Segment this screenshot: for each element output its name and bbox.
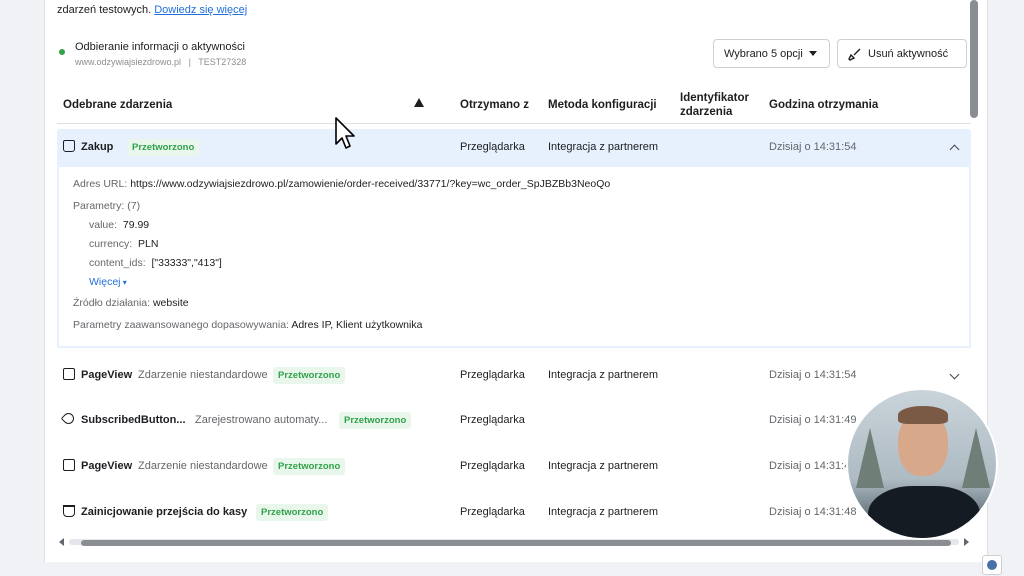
detail-matching: Parametry zaawansowanego dopasowywania: …: [73, 319, 422, 331]
received-from: Przeglądarka: [460, 414, 525, 426]
status-badge: Przetworzono: [256, 504, 329, 521]
caret-down-icon: [808, 51, 817, 56]
status-title: Odbieranie informacji o aktywności: [75, 41, 245, 53]
table-row[interactable]: Zainicjowanie przejścia do kasy Przetwor…: [57, 494, 971, 532]
received-time: Dzisiaj o 14:31:48: [769, 506, 857, 518]
param-key: content_ids:: [89, 257, 146, 269]
status-badge: Przetworzono: [127, 139, 200, 156]
matching-value: Adres IP, Klient użytkownika: [291, 319, 423, 331]
detail-url: Adres URL: https://www.odzywiajsiezdrowo…: [73, 178, 610, 190]
table-row[interactable]: SubscribedButton... Zarejestrowano autom…: [57, 402, 971, 440]
page-icon: [63, 459, 75, 471]
chevron-up-icon[interactable]: [949, 144, 960, 155]
status-separator: |: [188, 57, 191, 67]
received-from: Przeglądarka: [460, 460, 525, 472]
table-header: Odebrane zdarzenia Otrzymano z Metoda ko…: [57, 88, 971, 124]
param-key: currency:: [89, 238, 133, 250]
presenter-hair: [898, 406, 948, 424]
status-domain: www.odzywiajsiezdrowo.pl: [75, 57, 182, 67]
remove-activity-label: Usuń aktywność: [868, 47, 949, 60]
status-badge: Przetworzono: [273, 458, 346, 475]
param-row: content_ids: ["33333","413"]: [89, 257, 222, 269]
header-event-id[interactable]: Identyfikator zdarzenia: [680, 91, 766, 119]
config-method: Integracja z partnerem: [548, 369, 659, 381]
mouse-cursor-icon: [335, 117, 355, 149]
event-name: Zainicjowanie przejścia do kasy: [81, 506, 248, 518]
param-key: value:: [89, 219, 118, 231]
warning-icon[interactable]: [414, 98, 424, 107]
page-icon: [63, 368, 75, 380]
more-label: Więcej: [89, 276, 121, 288]
scroll-right-icon[interactable]: [964, 538, 969, 546]
param-value: ["33333","413"]: [151, 257, 222, 269]
received-from: Przeglądarka: [460, 506, 525, 518]
status-subtitle: www.odzywiajsiezdrowo.pl | TEST27328: [75, 57, 246, 67]
param-value: 79.99: [122, 219, 150, 231]
header-config-method[interactable]: Metoda konfiguracji: [548, 99, 657, 111]
tree-shape: [962, 428, 990, 488]
detail-source: Źródło działania: website: [73, 297, 189, 309]
received-time: Dzisiaj o 14:31:54: [769, 369, 857, 381]
table-row[interactable]: Zakup Przetworzono Przeglądarka Integrac…: [57, 129, 971, 167]
config-method: Integracja z partnerem: [548, 506, 659, 518]
event-type: Zdarzenie niestandardowe: [138, 460, 268, 472]
received-time: Dzisiaj o 14:31:4: [769, 460, 851, 472]
url-label: Adres URL:: [73, 178, 128, 190]
received-from: Przeglądarka: [460, 141, 525, 153]
presenter-body: [868, 486, 980, 538]
header-received-time[interactable]: Godzina otrzymania: [769, 99, 878, 111]
param-row: currency: PLN: [89, 238, 158, 250]
caret-down-icon: ▾: [120, 278, 127, 287]
config-method: Integracja z partnerem: [548, 141, 659, 153]
basket-icon: [63, 505, 75, 517]
options-dropdown-label: Wybrano 5 opcji: [724, 47, 803, 60]
source-label: Źródło działania:: [73, 297, 151, 309]
event-details: Adres URL: https://www.odzywiajsiezdrowo…: [57, 166, 971, 348]
table-row[interactable]: PageView Zdarzenie niestandardowe Przetw…: [57, 448, 971, 486]
broom-icon: [848, 48, 861, 61]
config-method: Integracja z partnerem: [548, 460, 659, 472]
scrollbar-track[interactable]: [69, 539, 959, 546]
help-icon[interactable]: [982, 555, 1002, 575]
param-row: value: 79.99: [89, 219, 149, 231]
header-events[interactable]: Odebrane zdarzenia: [63, 99, 172, 111]
url-value: https://www.odzywiajsiezdrowo.pl/zamowie…: [130, 178, 611, 190]
tag-icon: [60, 410, 77, 427]
table-row[interactable]: PageView Zdarzenie niestandardowe Przetw…: [57, 357, 971, 395]
event-name: PageView: [81, 460, 133, 472]
received-from: Przeglądarka: [460, 369, 525, 381]
source-value: website: [152, 297, 189, 309]
status-code: TEST27328: [198, 57, 247, 67]
received-time: Dzisiaj o 14:31:49: [769, 414, 857, 426]
params-label: Parametry: (7): [73, 200, 141, 212]
event-name: Zakup: [81, 141, 114, 153]
received-time: Dzisiaj o 14:31:54: [769, 141, 857, 153]
event-type: Zarejestrowano automaty...: [195, 414, 328, 426]
more-link[interactable]: Więcej ▾: [89, 276, 127, 288]
shopping-bag-icon: [63, 140, 75, 152]
event-type: Zdarzenie niestandardowe: [138, 369, 268, 381]
scroll-left-icon[interactable]: [59, 538, 64, 546]
matching-label: Parametry zaawansowanego dopasowywania:: [73, 319, 289, 331]
vertical-scrollbar[interactable]: [970, 0, 978, 118]
event-name: SubscribedButton...: [81, 414, 186, 426]
param-value: PLN: [138, 238, 159, 250]
chevron-down-icon[interactable]: [949, 369, 960, 380]
intro-label: zdarzeń testowych.: [57, 4, 152, 16]
status-badge: Przetworzono: [273, 367, 346, 384]
status-badge: Przetworzono: [339, 412, 412, 429]
horizontal-scrollbar[interactable]: [57, 538, 971, 546]
learn-more-link[interactable]: Dowiedz się więcej: [154, 4, 247, 16]
options-dropdown[interactable]: Wybrano 5 opcji: [713, 39, 830, 68]
tree-shape: [856, 428, 884, 488]
event-name: PageView: [81, 369, 133, 381]
header-received-from[interactable]: Otrzymano z: [460, 99, 529, 111]
remove-activity-button[interactable]: Usuń aktywność: [837, 39, 967, 68]
intro-text: zdarzeń testowych. Dowiedz się więcej: [57, 4, 247, 16]
scrollbar-thumb[interactable]: [81, 540, 951, 546]
webcam-overlay: [846, 388, 998, 540]
status-dot-icon: [59, 49, 65, 55]
